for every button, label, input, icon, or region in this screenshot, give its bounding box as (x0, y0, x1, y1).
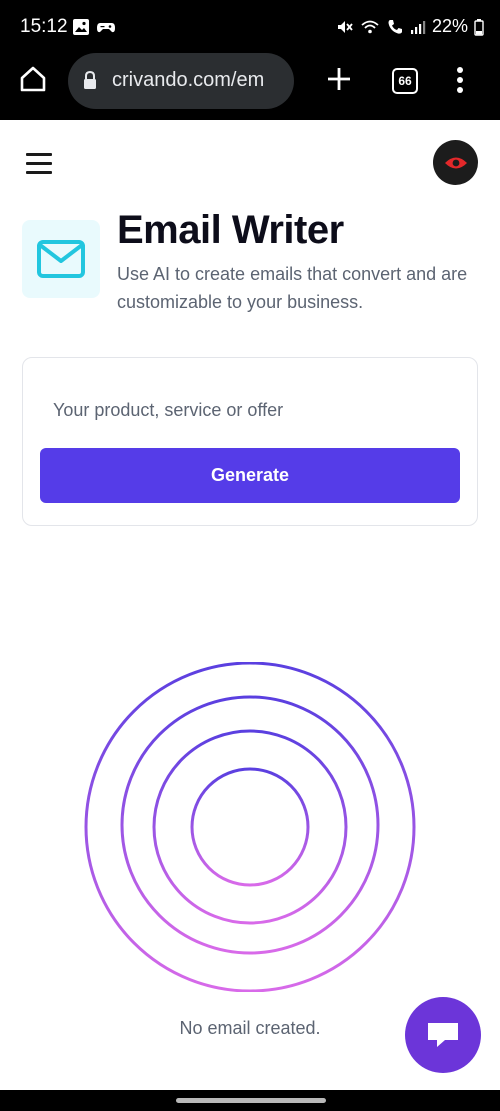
plus-icon[interactable] (326, 66, 352, 92)
url-text: crivando.com/em (112, 69, 265, 91)
hamburger-menu-icon[interactable] (26, 153, 52, 175)
home-icon[interactable] (18, 64, 48, 94)
overflow-menu-icon[interactable] (452, 66, 468, 94)
signal-icon (410, 20, 426, 34)
system-nav-bar (0, 1090, 500, 1111)
status-time: 15:12 (20, 16, 68, 37)
generator-card: Your product, service or offer Generate (22, 357, 478, 526)
page-content: Email Writer Use AI to create emails tha… (0, 120, 500, 1090)
address-bar[interactable]: crivando.com/em (68, 53, 294, 109)
ring-inner (190, 767, 310, 887)
call-icon (388, 19, 402, 34)
chat-button[interactable] (405, 997, 481, 1073)
browser-toolbar: crivando.com/em 66 (0, 42, 500, 120)
tab-count: 66 (398, 74, 412, 88)
battery-icon (474, 18, 484, 36)
ring-second (120, 695, 380, 955)
image-icon (73, 19, 89, 35)
home-gesture-handle[interactable] (176, 1098, 326, 1103)
page-title: Email Writer (117, 208, 344, 252)
empty-state-rings (84, 662, 416, 992)
mute-icon (337, 20, 353, 33)
mail-tile (22, 220, 100, 298)
page-subtitle: Use AI to create emails that convert and… (117, 264, 468, 312)
mail-icon (37, 240, 85, 278)
chat-icon (428, 1023, 458, 1047)
lock-icon (84, 70, 96, 89)
eye-icon (444, 157, 467, 168)
offer-input[interactable]: Your product, service or offer (53, 400, 283, 421)
ring-third (152, 729, 348, 925)
wifi-icon (361, 20, 379, 33)
battery-percent: 22% (431, 16, 468, 36)
eye-button[interactable] (433, 140, 478, 185)
generate-button[interactable]: Generate (40, 448, 460, 503)
ring-outer (84, 662, 416, 992)
tabs-icon[interactable]: 66 (392, 68, 418, 94)
game-controller-icon (97, 23, 115, 33)
